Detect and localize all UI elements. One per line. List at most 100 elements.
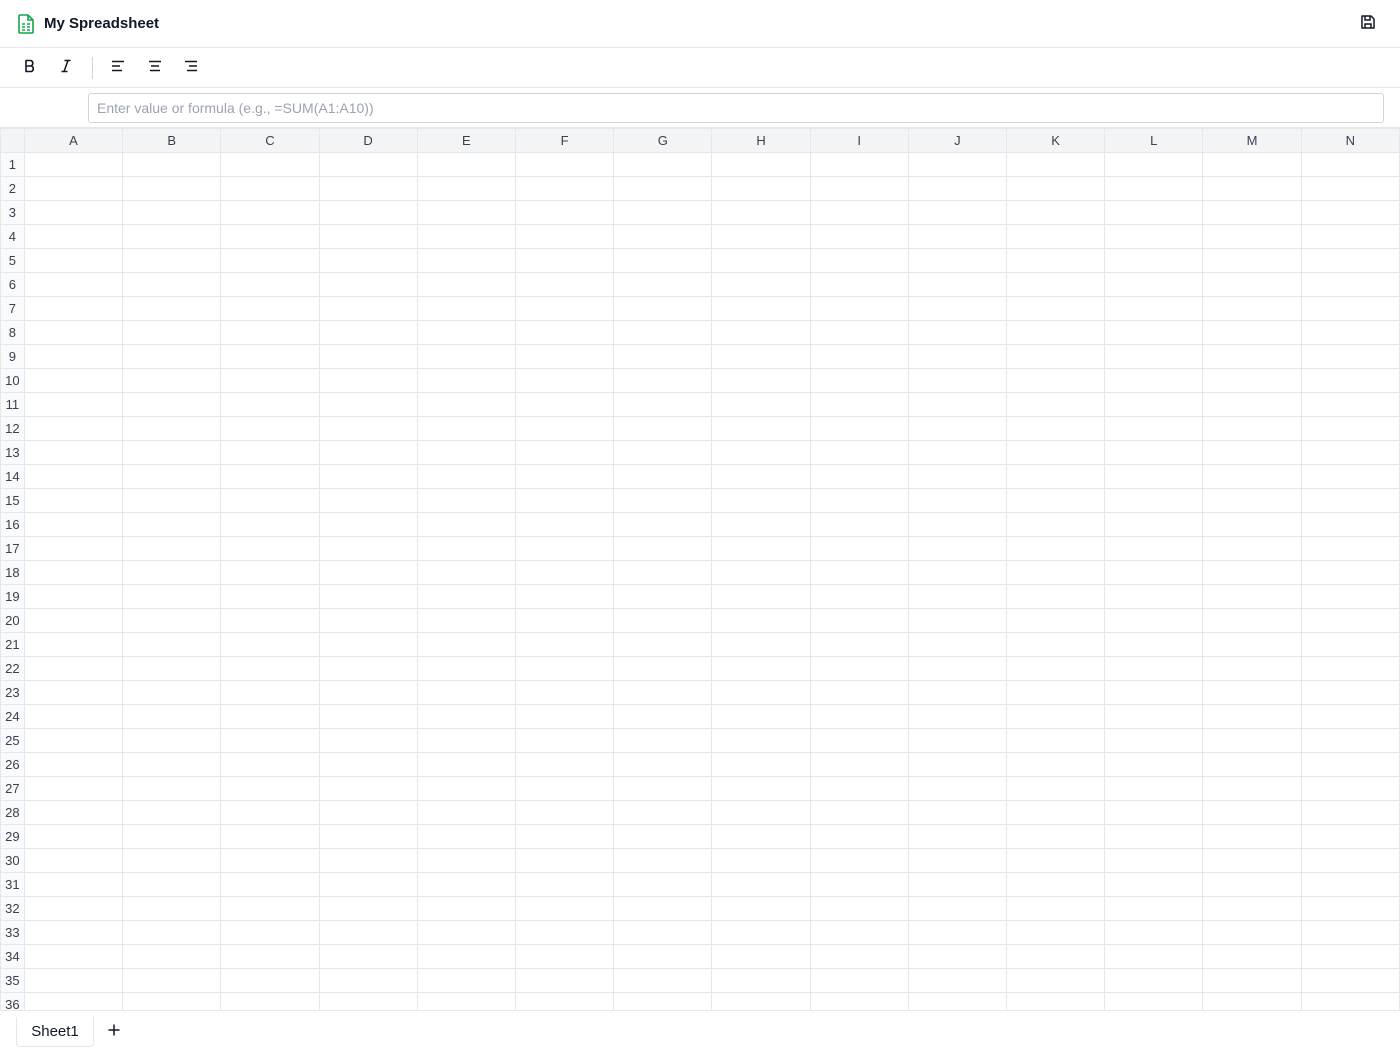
grid-cell[interactable] — [122, 824, 222, 849]
grid-cell[interactable] — [1202, 800, 1302, 825]
grid-cell[interactable] — [416, 416, 516, 441]
grid-cell[interactable] — [613, 248, 713, 273]
grid-cell[interactable] — [318, 464, 418, 489]
grid-cell[interactable] — [416, 440, 516, 465]
grid-cell[interactable] — [23, 536, 124, 561]
grid-cell[interactable] — [613, 896, 713, 921]
grid-cell[interactable] — [1300, 848, 1400, 873]
grid-cell[interactable] — [809, 440, 909, 465]
grid-cell[interactable] — [318, 272, 418, 297]
grid-cell[interactable] — [514, 488, 615, 513]
grid-cell[interactable] — [613, 608, 713, 633]
grid-cell[interactable] — [711, 512, 811, 537]
grid-cell[interactable] — [1005, 872, 1106, 897]
grid-cell[interactable] — [514, 200, 615, 225]
grid-cell[interactable] — [1202, 560, 1302, 585]
grid-cell[interactable] — [220, 656, 320, 681]
grid-cell[interactable] — [514, 752, 615, 777]
grid-cell[interactable] — [1005, 656, 1106, 681]
grid-cell[interactable] — [318, 536, 418, 561]
grid-cell[interactable] — [514, 248, 615, 273]
align-left-button[interactable] — [107, 57, 129, 79]
grid-cell[interactable] — [23, 632, 124, 657]
grid-cell[interactable] — [514, 632, 615, 657]
column-header[interactable]: F — [514, 128, 615, 153]
grid-cell[interactable] — [907, 296, 1007, 321]
grid-cell[interactable] — [1104, 800, 1204, 825]
grid-cell[interactable] — [1104, 536, 1204, 561]
grid-cell[interactable] — [1104, 512, 1204, 537]
grid-cell[interactable] — [220, 968, 320, 993]
grid-cell[interactable] — [1104, 896, 1204, 921]
grid-cell[interactable] — [318, 704, 418, 729]
grid-cell[interactable] — [416, 824, 516, 849]
grid-cell[interactable] — [711, 704, 811, 729]
grid-cell[interactable] — [23, 872, 124, 897]
grid-cell[interactable] — [1300, 632, 1400, 657]
bold-button[interactable] — [19, 57, 41, 79]
grid-cell[interactable] — [613, 176, 713, 201]
grid-cell[interactable] — [907, 536, 1007, 561]
row-header[interactable]: 11 — [0, 392, 25, 417]
grid-cell[interactable] — [711, 920, 811, 945]
row-header[interactable]: 10 — [0, 368, 25, 393]
grid-cell[interactable] — [122, 560, 222, 585]
grid-cell[interactable] — [1104, 296, 1204, 321]
column-header[interactable]: B — [122, 128, 222, 153]
grid-cell[interactable] — [416, 488, 516, 513]
grid-cell[interactable] — [23, 560, 124, 585]
row-header[interactable]: 18 — [0, 560, 25, 585]
grid-cell[interactable] — [318, 608, 418, 633]
grid-cell[interactable] — [122, 440, 222, 465]
grid-cell[interactable] — [318, 896, 418, 921]
grid-cell[interactable] — [416, 368, 516, 393]
grid-cell[interactable] — [514, 848, 615, 873]
grid-cell[interactable] — [1202, 848, 1302, 873]
grid-cell[interactable] — [220, 440, 320, 465]
grid-cell[interactable] — [1104, 728, 1204, 753]
grid-cell[interactable] — [613, 944, 713, 969]
grid-cell[interactable] — [318, 344, 418, 369]
grid-cell[interactable] — [1300, 800, 1400, 825]
grid-cell[interactable] — [613, 416, 713, 441]
grid-cell[interactable] — [1300, 584, 1400, 609]
grid-cell[interactable] — [711, 800, 811, 825]
grid-cell[interactable] — [809, 464, 909, 489]
grid-cell[interactable] — [711, 944, 811, 969]
grid-cell[interactable] — [1005, 632, 1106, 657]
grid-cell[interactable] — [416, 656, 516, 681]
grid-cell[interactable] — [907, 680, 1007, 705]
grid-cell[interactable] — [711, 680, 811, 705]
grid-cell[interactable] — [220, 896, 320, 921]
grid-cell[interactable] — [1005, 536, 1106, 561]
grid-cell[interactable] — [809, 584, 909, 609]
grid-cell[interactable] — [1005, 920, 1106, 945]
grid-cell[interactable] — [122, 992, 222, 1010]
grid-cell[interactable] — [1104, 944, 1204, 969]
grid-cell[interactable] — [220, 296, 320, 321]
grid-cell[interactable] — [318, 560, 418, 585]
grid-cell[interactable] — [23, 848, 124, 873]
grid-cell[interactable] — [1202, 992, 1302, 1010]
grid-cell[interactable] — [711, 416, 811, 441]
grid-cell[interactable] — [514, 224, 615, 249]
grid-cell[interactable] — [318, 440, 418, 465]
column-header[interactable]: M — [1202, 128, 1302, 153]
grid-cell[interactable] — [220, 992, 320, 1010]
grid-cell[interactable] — [514, 416, 615, 441]
grid-cell[interactable] — [809, 896, 909, 921]
grid-cell[interactable] — [907, 368, 1007, 393]
grid-cell[interactable] — [809, 416, 909, 441]
grid-cell[interactable] — [1005, 584, 1106, 609]
grid-cell[interactable] — [1005, 272, 1106, 297]
align-center-button[interactable] — [144, 57, 166, 79]
grid-cell[interactable] — [1202, 368, 1302, 393]
grid-cell[interactable] — [711, 248, 811, 273]
grid-cell[interactable] — [514, 320, 615, 345]
sheet-tab[interactable]: Sheet1 — [16, 1017, 94, 1047]
grid-cell[interactable] — [907, 176, 1007, 201]
grid-cell[interactable] — [907, 392, 1007, 417]
grid-cell[interactable] — [1300, 248, 1400, 273]
grid-cell[interactable] — [416, 320, 516, 345]
column-header[interactable]: D — [318, 128, 418, 153]
